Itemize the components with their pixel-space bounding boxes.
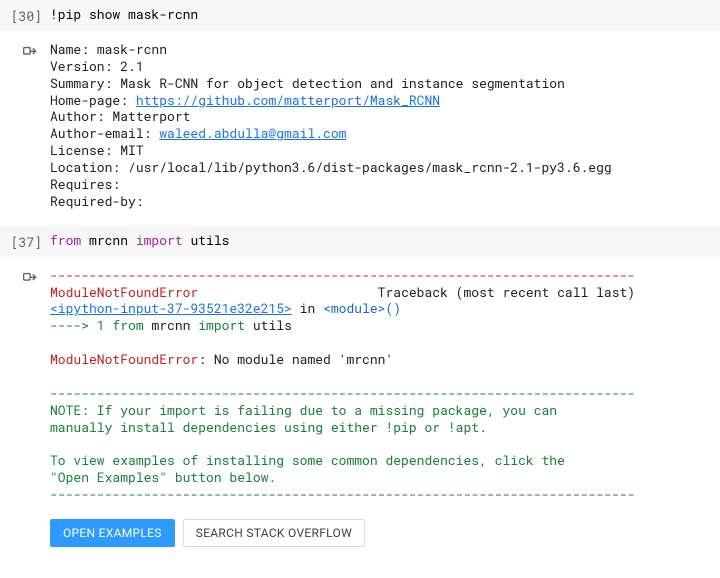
code-cell-1-input: [30] !pip show mask-rcnn: [0, 0, 720, 31]
kw-import: import: [136, 232, 183, 249]
code-cell-2-output: ----------------------------------------…: [0, 257, 720, 563]
tb-error-msg: : No module named 'mrcnn': [198, 350, 393, 368]
out-home-label: Home-page:: [50, 91, 136, 109]
out-name-label: Name:: [50, 41, 97, 58]
out-location-label: Location:: [50, 158, 128, 176]
tb-error-name-2: ModuleNotFoundError: [50, 350, 198, 368]
tb-note-3: To view examples of installing some comm…: [50, 451, 565, 469]
code-1[interactable]: !pip show mask-rcnn: [50, 6, 720, 25]
error-action-buttons: OPEN EXAMPLES SEARCH STACK OVERFLOW: [50, 519, 708, 547]
author-email-link[interactable]: waleed.abdulla@gmail.com: [159, 124, 346, 142]
tb-parens: (): [385, 299, 401, 317]
code-2[interactable]: from mrcnn import utils: [50, 232, 720, 251]
out-version-label: Version:: [50, 57, 120, 75]
tb-note-2: manually install dependencies using eith…: [50, 418, 487, 436]
output-indicator-2: [0, 267, 50, 547]
tok-sym: utils: [183, 232, 230, 249]
out-authoremail-label: Author-email:: [50, 124, 159, 142]
tb-arrow-import: import: [198, 316, 245, 334]
out-version: 2.1: [120, 57, 143, 75]
out-license: MIT: [120, 141, 143, 159]
tb-note-1: NOTE: If your import is failing due to a…: [50, 401, 557, 419]
tb-in: in: [292, 299, 323, 317]
tb-dashes-3: ----------------------------------------…: [50, 485, 635, 503]
tok-pkg: mrcnn: [81, 232, 136, 249]
out-author-label: Author:: [50, 107, 112, 125]
tb-error-tail: Traceback (most recent call last): [198, 283, 635, 301]
out-author: Matterport: [112, 107, 190, 125]
out-requiredby-label: Required-by:: [50, 192, 144, 210]
output-arrow-icon: [20, 43, 42, 65]
out-name: mask-rcnn: [97, 41, 167, 58]
search-stack-overflow-button[interactable]: SEARCH STACK OVERFLOW: [183, 519, 365, 547]
exec-count-2[interactable]: [37]: [0, 232, 50, 251]
home-page-link[interactable]: https://github.com/matterport/Mask_RCNN: [136, 91, 440, 109]
out-requires-label: Requires:: [50, 175, 128, 193]
code-1-text: !pip show mask-rcnn: [50, 6, 198, 23]
tb-error-name: ModuleNotFoundError: [50, 283, 198, 301]
output-indicator-1: [0, 41, 50, 210]
tb-arrow-pkg: mrcnn: [144, 316, 199, 334]
out-license-label: License:: [50, 141, 120, 159]
tb-arrow: ----> 1: [50, 316, 112, 334]
tb-note-4: "Open Examples" button below.: [50, 468, 276, 486]
kw-from: from: [50, 232, 81, 249]
open-examples-button[interactable]: OPEN EXAMPLES: [50, 519, 175, 547]
tb-module: <module>: [323, 299, 385, 317]
exec-count-1[interactable]: [30]: [0, 6, 50, 25]
tb-arrow-sym: utils: [245, 316, 292, 334]
code-cell-1-output: Name: mask-rcnn Version: 2.1 Summary: Ma…: [0, 31, 720, 226]
code-cell-2-input: [37] from mrcnn import utils: [0, 226, 720, 257]
tb-dashes-1: ----------------------------------------…: [50, 267, 635, 284]
out-location: /usr/local/lib/python3.6/dist-packages/m…: [128, 158, 612, 176]
out-summary: Mask R-CNN for object detection and inst…: [120, 74, 565, 92]
output-1-text: Name: mask-rcnn Version: 2.1 Summary: Ma…: [50, 41, 720, 210]
output-arrow-icon: [20, 269, 42, 291]
traceback: ----------------------------------------…: [50, 267, 720, 547]
tb-frame-file-link[interactable]: <ipython-input-37-93521e32e215>: [50, 299, 292, 317]
tb-dashes-2: ----------------------------------------…: [50, 384, 635, 402]
out-summary-label: Summary:: [50, 74, 120, 92]
tb-arrow-from: from: [112, 316, 143, 334]
